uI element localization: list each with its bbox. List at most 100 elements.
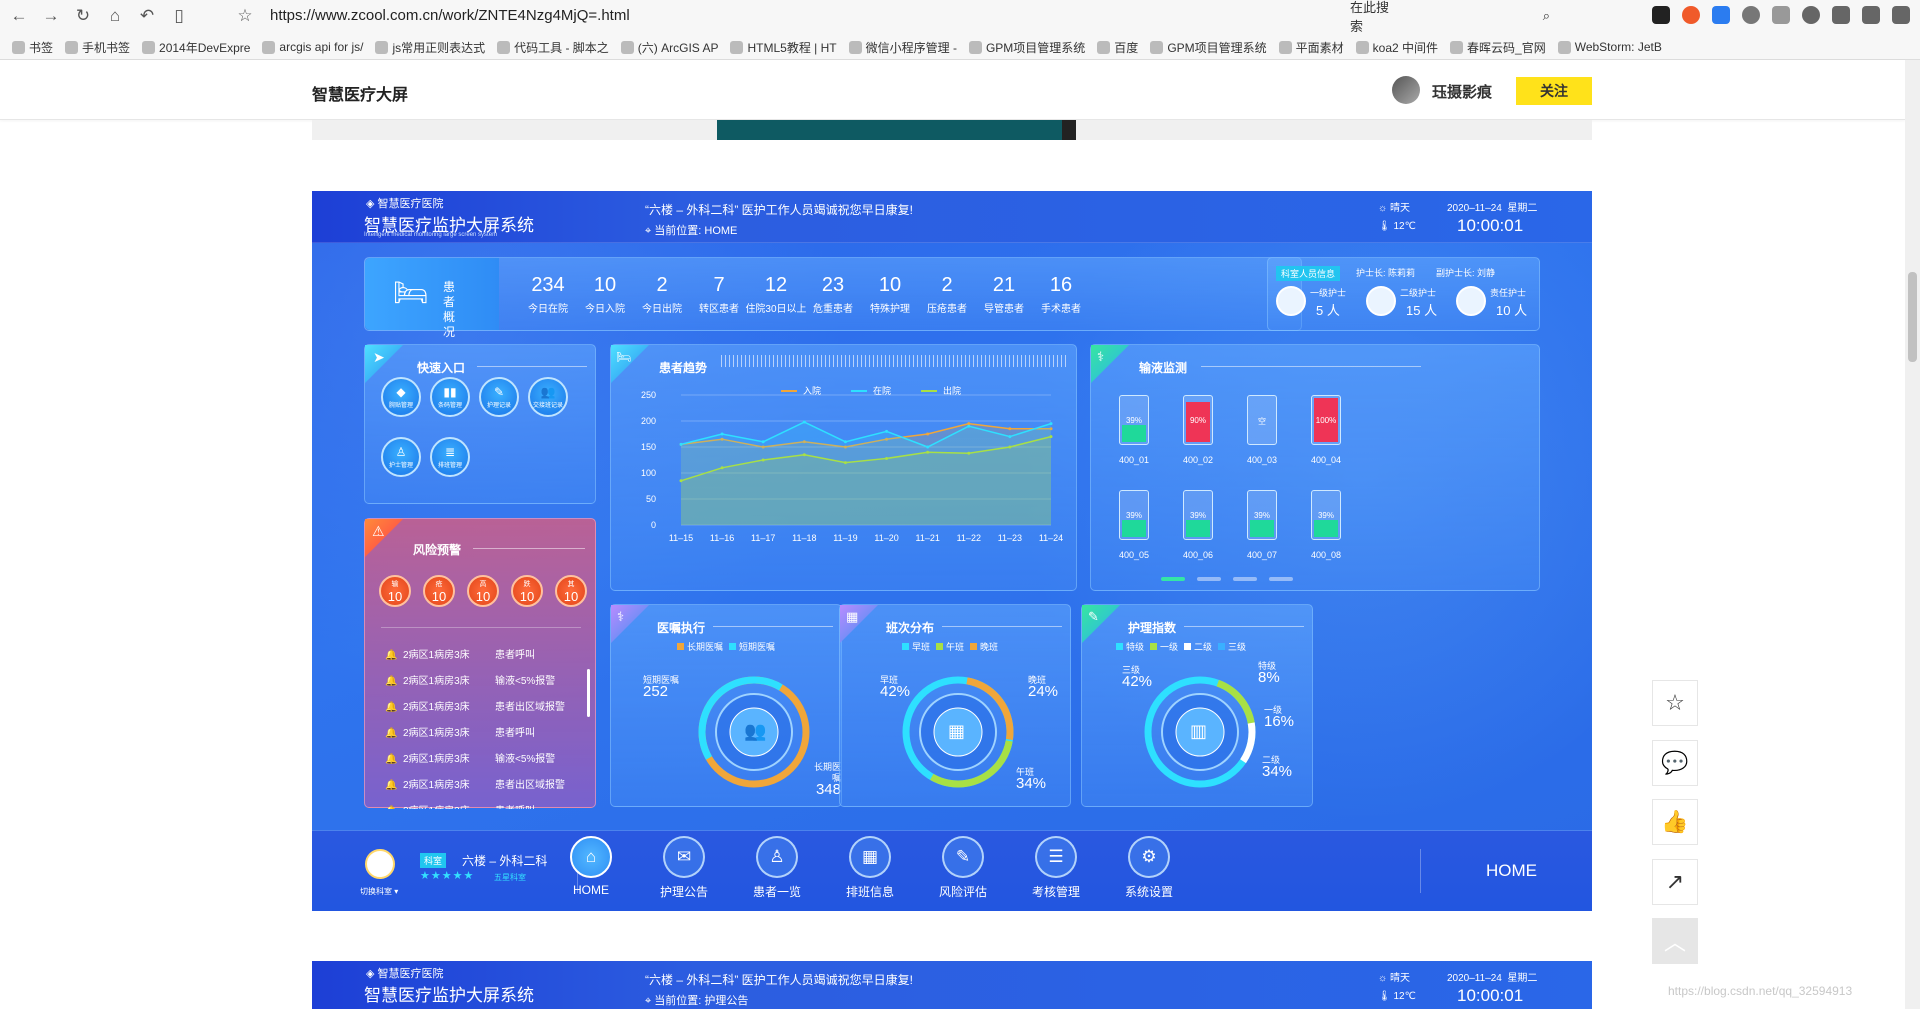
nav-settings[interactable]: ⚙ 系统设置 bbox=[1109, 836, 1189, 900]
bookmark-item[interactable]: js常用正则表达式 bbox=[375, 39, 485, 56]
bookmark-item[interactable]: GPM项目管理系统 bbox=[968, 39, 1085, 56]
search-box[interactable]: 在此搜索 ⌕ bbox=[1350, 0, 1550, 34]
bookmark-item[interactable]: 春晖云码_官网 bbox=[1450, 39, 1546, 56]
infusion-bottle[interactable]: 39% bbox=[1183, 490, 1213, 540]
series-point bbox=[926, 445, 930, 449]
bell-icon: 🔔 bbox=[385, 806, 397, 809]
quick-entry-button[interactable]: ≣ 排班管理 bbox=[430, 437, 470, 477]
infusion-bottle[interactable]: 空 bbox=[1247, 395, 1277, 445]
risk-alert-row[interactable]: 🔔2病区1病房3床患者呼叫 bbox=[385, 646, 535, 661]
author-avatar[interactable] bbox=[1392, 76, 1420, 104]
risk-alert-row[interactable]: 🔔 2病区1病房3床 输液<5%报警 bbox=[385, 750, 555, 765]
thumbs-up-icon[interactable]: 👍 bbox=[1652, 799, 1698, 845]
switch-department-button[interactable]: 切换科室 ▾ bbox=[360, 886, 398, 897]
risk-alert-row[interactable]: 🔔 2病区1病房3床 输液<5%报警 bbox=[385, 672, 555, 687]
scrollbar-thumb[interactable] bbox=[1908, 272, 1917, 362]
risk-alert-row[interactable]: 🔔2病区1病房3床患者呼叫 bbox=[385, 802, 535, 809]
bookmark-item[interactable]: 平面素材 bbox=[1278, 39, 1344, 56]
carousel-dot[interactable] bbox=[1197, 577, 1221, 581]
nav-home[interactable]: ⌂ HOME bbox=[551, 836, 631, 897]
bookmark-item[interactable]: 微信小程序管理 - bbox=[848, 39, 957, 56]
bookmark-item[interactable]: 2014年DevExpre bbox=[142, 39, 250, 56]
address-bar[interactable]: https://www.zcool.com.cn/work/ZNTE4Nzg4M… bbox=[270, 7, 630, 24]
download-icon[interactable] bbox=[1832, 6, 1850, 24]
risk-alert-row[interactable]: 🔔 2病区1病房3床 患者出区域报警 bbox=[385, 776, 565, 791]
settings-icon: ⚙ bbox=[1128, 836, 1170, 878]
search-icon[interactable]: ⌕ bbox=[1543, 8, 1550, 24]
bed-label: 400_03 bbox=[1246, 455, 1278, 465]
nav-schedule[interactable]: ▦ 排班信息 bbox=[830, 836, 910, 900]
x-tick-label: 11–15 bbox=[669, 533, 693, 543]
extension-icon[interactable] bbox=[1682, 6, 1700, 24]
home-icon[interactable]: ⌂ bbox=[102, 3, 128, 29]
page-scrollbar[interactable] bbox=[1905, 60, 1920, 1009]
forward-icon[interactable]: → bbox=[38, 3, 64, 29]
infusion-bottle[interactable]: 39% bbox=[1119, 395, 1149, 445]
bookmark-item[interactable]: arcgis api for js/ bbox=[262, 40, 363, 54]
doctors-icon: 👥 bbox=[744, 721, 767, 741]
quick-entry-button[interactable]: ▮▮ 条码管理 bbox=[430, 377, 470, 417]
risk-alert-row[interactable]: 🔔 2病区1病房3床 患者出区域报警 bbox=[385, 698, 565, 713]
share-icon[interactable]: ↗ bbox=[1652, 859, 1698, 905]
menu-icon[interactable] bbox=[1892, 6, 1910, 24]
nav-notice[interactable]: ✉ 护理公告 bbox=[644, 836, 724, 900]
bookmark-item[interactable]: (六) ArcGIS AP bbox=[620, 39, 718, 56]
extension-icon[interactable] bbox=[1772, 6, 1790, 24]
extension-icon[interactable] bbox=[1712, 6, 1730, 24]
extension-icon[interactable] bbox=[1652, 6, 1670, 24]
favorite-star-icon[interactable]: ☆ bbox=[1652, 680, 1698, 726]
bookmark-item[interactable]: WebStorm: JetB bbox=[1557, 40, 1662, 54]
bookmark-favicon-icon bbox=[848, 40, 862, 54]
nav-exam[interactable]: ☰ 考核管理 bbox=[1016, 836, 1096, 900]
carousel-dot[interactable] bbox=[1269, 577, 1293, 581]
back-to-top-icon[interactable]: ︿ bbox=[1652, 918, 1698, 964]
carousel-dot[interactable] bbox=[1233, 577, 1257, 581]
bookmark-item[interactable]: 百度 bbox=[1097, 39, 1138, 56]
care-index-panel: ✎ 护理指数 特级 一级 二级 三级 三级 42% 特级 8% 一级 16% 二级 34% ▥ bbox=[1081, 604, 1313, 807]
nav-patients[interactable]: ♙ 患者一览 bbox=[737, 836, 817, 900]
infusion-bottle[interactable]: 100% bbox=[1311, 395, 1341, 445]
patient-overview-tab[interactable]: 🛏 患者概况 bbox=[365, 258, 499, 339]
moon-icon[interactable] bbox=[1802, 6, 1820, 24]
infusion-bottle[interactable]: 39% bbox=[1247, 490, 1277, 540]
undo-icon[interactable]: ↶ bbox=[134, 3, 160, 29]
carousel-dot[interactable] bbox=[1161, 577, 1185, 581]
bookmark-item[interactable]: GPM项目管理系统 bbox=[1150, 39, 1267, 56]
quick-entry-button[interactable]: ♙ 护士管理 bbox=[381, 437, 421, 477]
notice-icon: ✉ bbox=[663, 836, 705, 878]
reader-icon[interactable]: ▯ bbox=[166, 3, 192, 29]
infusion-bottle[interactable]: 39% bbox=[1119, 490, 1149, 540]
bookmark-item[interactable]: 手机书签 bbox=[65, 39, 130, 56]
comment-icon[interactable]: 💬 bbox=[1652, 740, 1698, 786]
nurse-avatar[interactable] bbox=[365, 849, 395, 879]
page-header: 智慧医疗大屏 珏摄影痕 关注 bbox=[0, 60, 1905, 120]
bookmark-favicon-icon bbox=[1355, 40, 1369, 54]
bookmark-item[interactable]: 书签 bbox=[12, 39, 53, 56]
bookmark-item[interactable]: HTML5教程 | HT bbox=[730, 39, 837, 56]
author-name[interactable]: 珏摄影痕 bbox=[1432, 81, 1492, 102]
bookmark-favicon-icon bbox=[12, 40, 25, 54]
follow-button[interactable]: 关注 bbox=[1516, 77, 1592, 105]
dashboard-bottom-nav: 切换科室 ▾ 科室 六楼 – 外科二科 ★★★★★ 五星科室 ⌂ HOME ✉ 护理公… bbox=[312, 830, 1592, 911]
exam-icon: ☰ bbox=[1035, 836, 1077, 878]
reload-icon[interactable]: ↻ bbox=[70, 3, 96, 29]
nav-risk-assess[interactable]: ✎ 风险评估 bbox=[923, 836, 1003, 900]
risk-alert-row[interactable]: 🔔2病区1病房3床患者呼叫 bbox=[385, 724, 535, 739]
quick-entry-button[interactable]: ✎ 护理记录 bbox=[479, 377, 519, 417]
extension-icon[interactable] bbox=[1742, 6, 1760, 24]
scissors-icon[interactable] bbox=[1862, 6, 1880, 24]
quick-entry-button[interactable]: ◆ 腕贴管理 bbox=[381, 377, 421, 417]
bookmark-item[interactable]: koa2 中间件 bbox=[1355, 39, 1438, 56]
infusion-bottle[interactable]: 90% bbox=[1183, 395, 1213, 445]
bed-label: 400_01 bbox=[1118, 455, 1150, 465]
risk-list-scrollbar[interactable] bbox=[587, 669, 590, 717]
back-icon[interactable]: ← bbox=[6, 3, 32, 29]
quick-entry-button[interactable]: 👥 交接班记录 bbox=[528, 377, 568, 417]
infusion-bottle[interactable]: 39% bbox=[1311, 490, 1341, 540]
home-label[interactable]: HOME bbox=[1486, 861, 1537, 881]
bookmark-item[interactable]: 代码工具 - 脚本之 bbox=[497, 39, 609, 56]
bell-icon: 🔔 bbox=[385, 754, 398, 765]
search-input[interactable]: 在此搜索 bbox=[1350, 0, 1397, 35]
bookmark-star-icon[interactable]: ☆ bbox=[232, 3, 258, 29]
browser-nav-row: ← → ↻ ⌂ ↶ ▯ ☆ https://www.zcool.com.cn/w… bbox=[0, 0, 1920, 34]
